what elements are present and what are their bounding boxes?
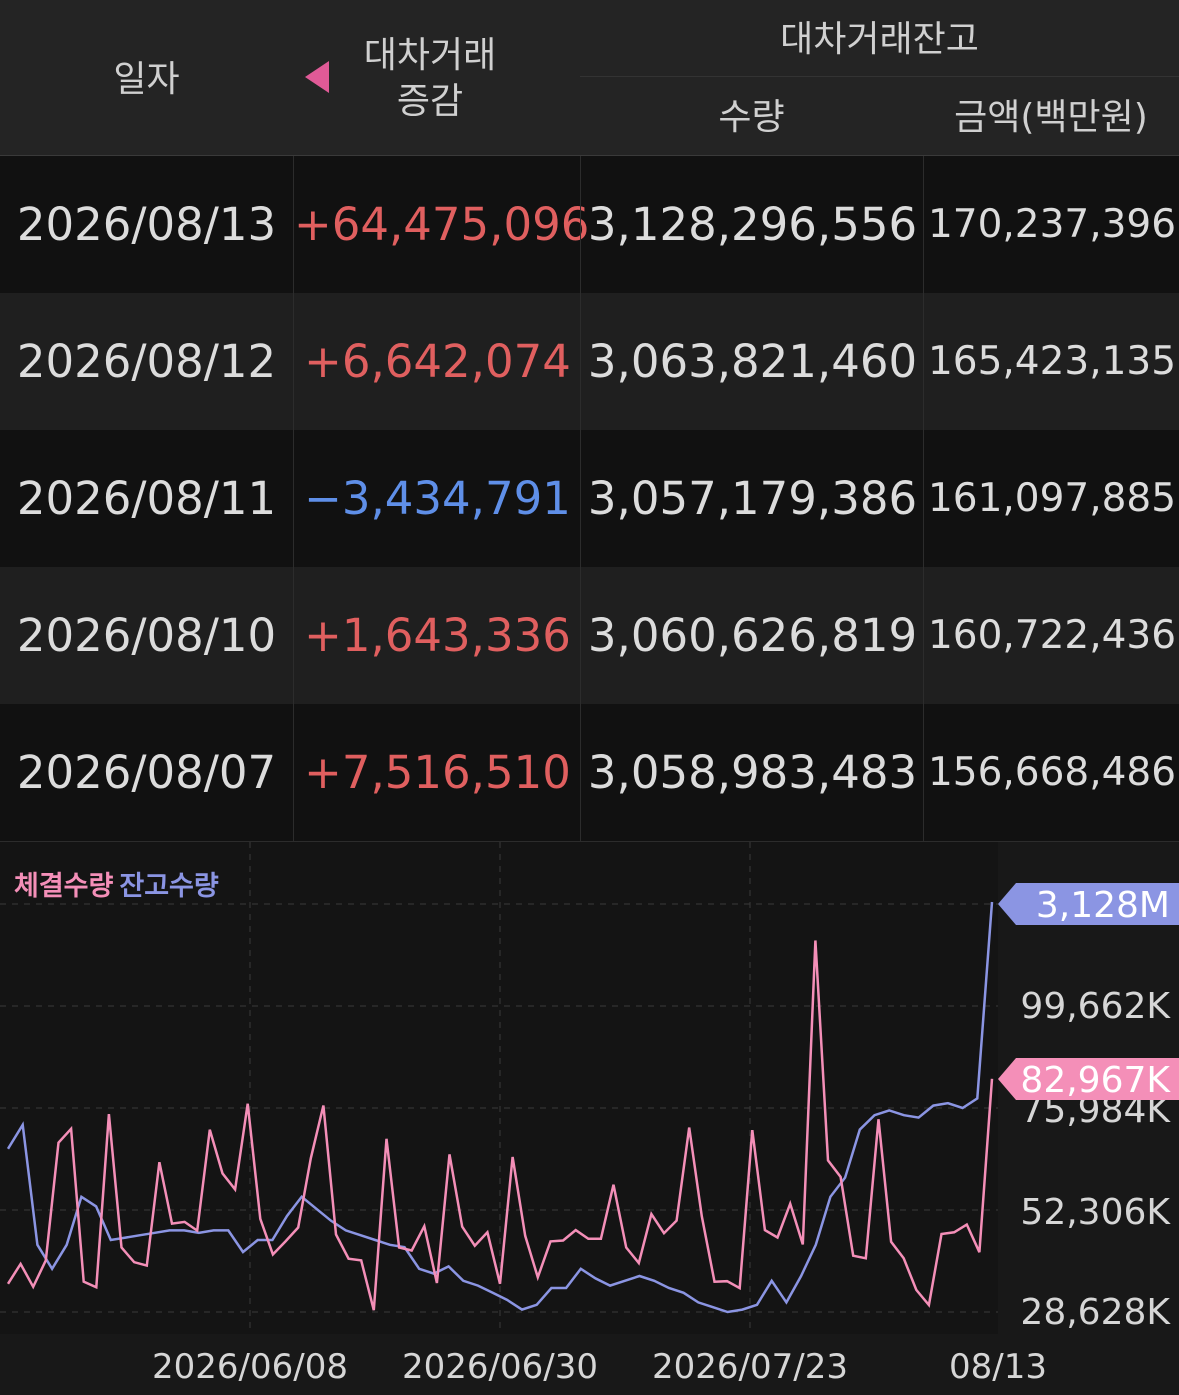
badge-traded-label: 82,967K	[1020, 1060, 1171, 1101]
x-tick-label: 2026/07/23	[652, 1347, 848, 1387]
date-cell: 2026/08/10	[16, 609, 277, 662]
date-cell: 2026/08/11	[16, 472, 277, 525]
amount-cell: 170,237,396	[923, 156, 1179, 293]
y-tick-label: 52,306K	[1020, 1192, 1171, 1233]
chart-panel[interactable]: 99,662K 75,984K 52,306K 28,628K 2026/06/08 2…	[0, 842, 1179, 1395]
x-tick-label: 2026/06/30	[402, 1347, 598, 1387]
x-tick-label: 2026/06/08	[152, 1347, 348, 1387]
table-row[interactable]: 2026/08/10 +1,643,336 3,060,626,819 160,…	[0, 567, 1179, 705]
qty-cell: 3,128,296,556	[580, 156, 924, 293]
table-row[interactable]: 2026/08/07 +7,516,510 3,058,983,483 156,…	[0, 704, 1179, 842]
change-cell: +1,643,336	[293, 567, 581, 704]
header-date[interactable]: 일자	[0, 58, 293, 102]
y-axis: 99,662K75,984K52,306K28,628K	[1020, 986, 1171, 1333]
change-cell: +64,475,096	[293, 156, 589, 293]
amount-cell: 165,423,135	[923, 293, 1179, 430]
header-change-line2[interactable]: 증감	[330, 80, 530, 124]
header-change-line1[interactable]: 대차거래	[330, 34, 530, 78]
change-cell: +7,516,510	[293, 704, 581, 841]
date-cell: 2026/08/07	[16, 746, 277, 799]
y-tick-label: 28,628K	[1020, 1292, 1171, 1333]
change-cell: +6,642,074	[293, 293, 581, 430]
chart-legend: 체결수량 잔고수량	[14, 864, 219, 903]
header-amount[interactable]: 금액(백만원)	[923, 96, 1179, 140]
date-cell: 2026/08/13	[16, 198, 277, 251]
badge-traded: 82,967K	[998, 1058, 1179, 1101]
qty-cell: 3,058,983,483	[580, 704, 924, 841]
y-tick-label: 99,662K	[1020, 986, 1171, 1027]
qty-cell: 3,060,626,819	[580, 567, 924, 704]
legend-traded[interactable]: 체결수량	[14, 871, 113, 902]
table-row[interactable]: 2026/08/13 +64,475,096 3,128,296,556 170…	[0, 156, 1179, 294]
badge-balance: 3,128M	[998, 883, 1179, 926]
table-row[interactable]: 2026/08/11 −3,434,791 3,057,179,386 161,…	[0, 430, 1179, 568]
qty-cell: 3,063,821,460	[580, 293, 924, 430]
table-row[interactable]: 2026/08/12 +6,642,074 3,063,821,460 165,…	[0, 293, 1179, 431]
badge-balance-label: 3,128M	[1036, 885, 1170, 926]
header-divider	[580, 76, 1179, 77]
amount-cell: 160,722,436	[923, 567, 1179, 704]
legend-balance[interactable]: 잔고수량	[119, 871, 218, 902]
date-cell: 2026/08/12	[16, 335, 277, 388]
triangle-left-icon[interactable]	[305, 61, 329, 93]
qty-cell: 3,057,179,386	[580, 430, 924, 567]
plot-area	[0, 842, 998, 1334]
header-balance: 대차거래잔고	[780, 19, 979, 60]
amount-cell: 161,097,885	[923, 430, 1179, 567]
x-axis: 2026/06/08 2026/06/30 2026/07/23 08/13	[152, 1347, 1047, 1387]
line-chart[interactable]: 99,662K75,984K52,306K28,628K 2026/06/08 2…	[0, 842, 1179, 1395]
header-qty[interactable]: 수량	[580, 96, 923, 140]
amount-cell: 156,668,486	[923, 704, 1179, 841]
x-tick-label: 08/13	[949, 1347, 1047, 1387]
change-cell: −3,434,791	[293, 430, 581, 567]
table-header: 일자 대차거래 증감 대차거래잔고 수량 금액(백만원)	[0, 0, 1179, 156]
